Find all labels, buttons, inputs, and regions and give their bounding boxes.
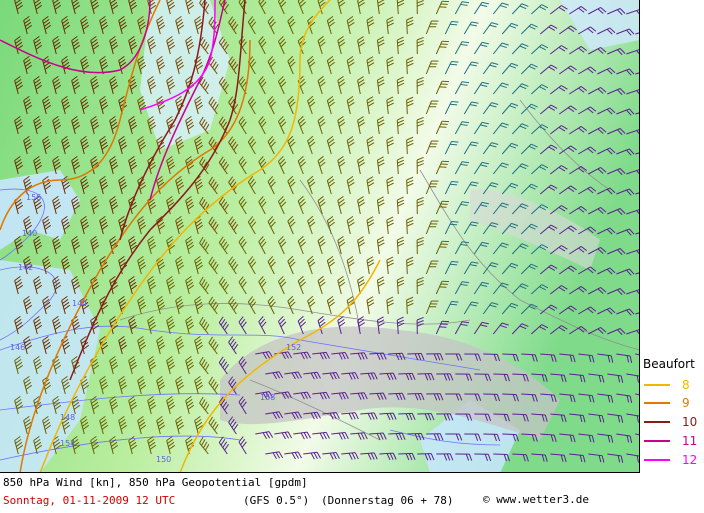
run-date: Sonntag, 01-11-2009 12 UTC: [3, 494, 176, 507]
valid-time: (Donnerstag 06 + 78): [321, 494, 454, 507]
legend-item-8: 8: [644, 378, 704, 392]
weather-map: 140 142 144 146 148 150 152 154 156 158: [0, 0, 640, 473]
contour-label: 148: [60, 413, 75, 422]
contour-label: 158: [260, 393, 275, 402]
wind-barb-shaft: [398, 372, 413, 375]
wind-barb-feather: [450, 303, 458, 306]
wind-barb-shaft: [406, 299, 408, 315]
contour-label: 140: [22, 229, 37, 238]
legend-item-11: 11: [644, 434, 704, 448]
wind-barb-shaft: [407, 392, 422, 395]
copyright-link[interactable]: © www.wetter3.de: [483, 493, 589, 506]
wind-barb-feather: [451, 100, 459, 103]
wind-barb-shaft: [406, 219, 408, 235]
contour-label: 144: [72, 299, 87, 308]
wind-barb-shaft: [398, 452, 413, 455]
legend-value-8: 8: [682, 378, 690, 392]
wind-barb-feather: [450, 183, 458, 186]
wind-barb-feather: [451, 220, 459, 223]
wind-barb-shaft: [406, 259, 408, 275]
contour-label: 142: [18, 263, 33, 272]
beaufort-legend: Beaufort 8 9 10 11 12: [640, 0, 704, 473]
wind-barb-feather: [450, 103, 458, 106]
legend-value-12: 12: [682, 453, 698, 467]
legend-swatch-9: [644, 402, 670, 404]
contour-label: 156: [26, 193, 41, 202]
wind-barb-shaft: [407, 352, 422, 355]
wind-barb-shaft: [406, 99, 408, 115]
legend-item-10: 10: [644, 415, 704, 429]
wind-barb-shaft: [493, 373, 508, 376]
wind-barb-feather: [450, 63, 458, 66]
wind-barb-feather: [450, 223, 458, 226]
wind-barb-shaft: [406, 179, 408, 195]
wind-barb-shaft: [406, 139, 408, 155]
map-footer: 850 hPa Wind [kn], 850 hPa Geopotential …: [0, 473, 704, 513]
legend-item-12: 12: [644, 453, 704, 467]
map-canvas: 140 142 144 146 148 150 152 154 156 158: [0, 0, 639, 472]
legend-value-11: 11: [682, 434, 698, 448]
wind-barb-shaft: [502, 353, 517, 356]
wind-barb-feather: [450, 263, 458, 266]
wind-barb-shaft: [407, 432, 422, 435]
legend-swatch-8: [644, 384, 670, 386]
legend-item-9: 9: [644, 396, 704, 410]
wind-barb-shaft: [502, 393, 517, 396]
wind-barb-shaft: [406, 19, 408, 35]
wind-barb-feather: [451, 300, 459, 303]
wind-barb-feather: [450, 23, 458, 26]
wind-barb-shaft: [398, 412, 413, 415]
legend-value-9: 9: [682, 396, 690, 410]
contour-label: 150: [156, 455, 171, 464]
wind-barb-shaft: [493, 413, 508, 416]
wind-barb-feather: [450, 143, 458, 146]
contour-label: 154: [60, 439, 75, 448]
wind-barb-feather: [451, 60, 459, 63]
legend-swatch-10: [644, 421, 670, 423]
model-name: (GFS 0.5°): [243, 494, 310, 507]
legend-swatch-12: [644, 459, 670, 461]
legend-value-10: 10: [682, 415, 698, 429]
wind-barb-feather: [451, 180, 459, 183]
wind-barb-feather: [451, 140, 459, 143]
contour-label: 152: [286, 343, 301, 352]
contour-label: 146: [10, 343, 25, 352]
legend-swatch-11: [644, 440, 670, 442]
wind-barb-shaft: [406, 59, 408, 75]
wind-barb-feather: [451, 20, 459, 23]
map-description: 850 hPa Wind [kn], 850 hPa Geopotential …: [3, 476, 308, 489]
legend-title: Beaufort: [643, 357, 695, 371]
wind-barb-shaft: [502, 433, 517, 436]
wind-barb-feather: [451, 260, 459, 263]
wind-barb-shaft: [493, 453, 508, 456]
